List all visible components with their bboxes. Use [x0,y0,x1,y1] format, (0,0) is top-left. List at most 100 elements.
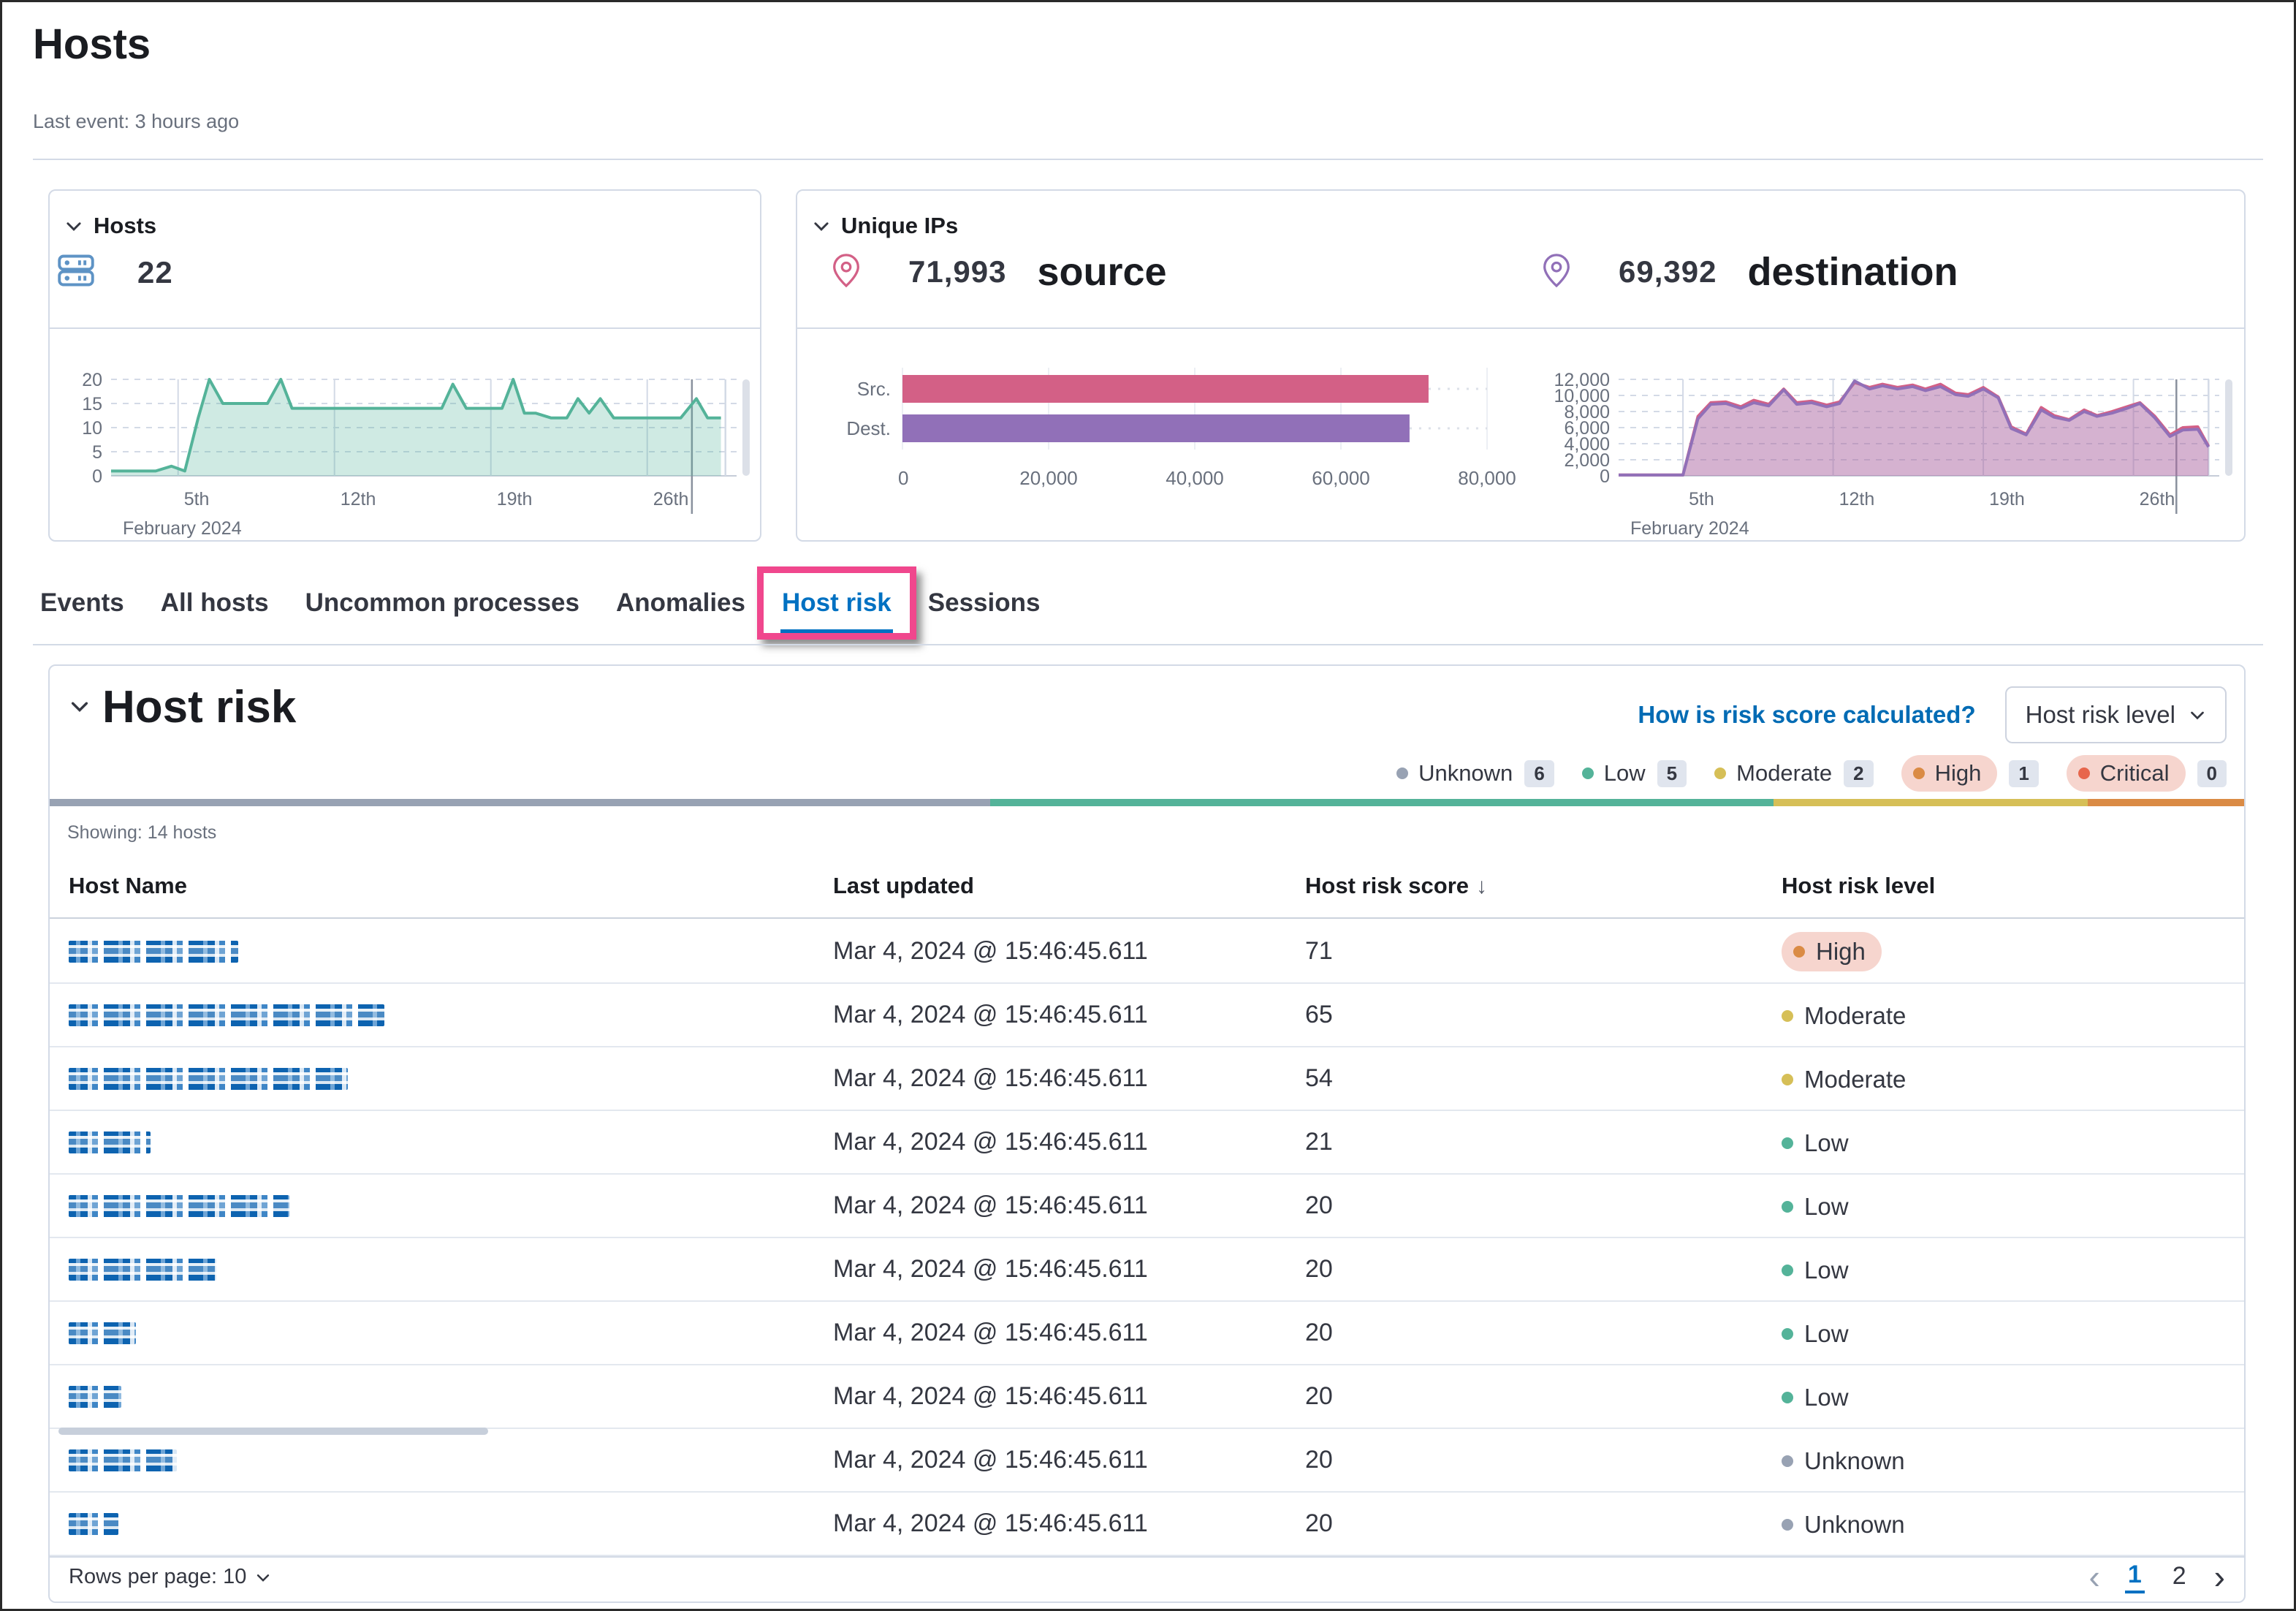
table-row[interactable]: Mar 4, 2024 @ 15:46:45.61171High [50,920,2244,984]
tab-label: All hosts [161,588,269,617]
host-name-cell[interactable] [69,1132,833,1153]
column-host-name[interactable]: Host Name [69,873,833,899]
svg-text:26th: 26th [2140,489,2175,509]
host-name-cell[interactable] [69,1513,833,1535]
legend-item-high[interactable]: High1 [1901,755,2039,792]
host-risk-level-cell: Low [1782,1381,2244,1411]
risk-distribution-bar [50,799,2244,806]
risk-level-legend: Unknown6 Low5 Moderate2 High1 Critical 0 [1396,755,2227,792]
last-updated-cell: Mar 4, 2024 @ 15:46:45.611 [833,1509,1305,1538]
host-name-redacted[interactable] [69,1386,121,1408]
next-page-button[interactable]: › [2214,1566,2225,1588]
table-row[interactable]: Mar 4, 2024 @ 15:46:45.61120Unknown [50,1493,2244,1556]
tab-sessions[interactable]: Sessions [927,577,1042,634]
legend-count-badge: 0 [2197,760,2227,787]
hosts-count-value: 22 [137,255,173,290]
source-ips-value: 71,993 [908,254,1006,289]
legend-item-unknown[interactable]: Unknown6 [1396,760,1554,787]
legend-item-low[interactable]: Low5 [1582,760,1687,787]
risk-level-badge: Low [1782,1384,1849,1411]
table-row[interactable]: Mar 4, 2024 @ 15:46:45.61121Low [50,1111,2244,1175]
active-tab-underline [780,629,893,634]
legend-swatch-label: Critical [2067,755,2186,792]
horizontal-scrollbar[interactable] [58,1428,488,1435]
host-name-redacted[interactable] [69,1132,151,1153]
table-row[interactable]: Mar 4, 2024 @ 15:46:45.61120Unknown [50,1429,2244,1493]
tab-uncommon-processes[interactable]: Uncommon processes [304,577,581,634]
distribution-segment-moderate [1774,799,2087,806]
svg-text:5: 5 [92,442,102,463]
host-name-redacted[interactable] [69,1322,136,1344]
legend-dot-icon [1396,767,1408,779]
host-risk-level-filter-button[interactable]: Host risk level [2005,686,2227,743]
host-name-cell[interactable] [69,1195,833,1217]
panel-divider [50,327,760,329]
risk-level-label: Low [1804,1256,1849,1284]
svg-text:Src.: Src. [857,378,891,400]
chevron-down-icon[interactable] [69,695,91,717]
host-name-cell[interactable] [69,1322,833,1344]
risk-level-dot-icon [1793,946,1805,958]
legend-swatch-label: High [1901,755,1998,792]
legend-count-badge: 5 [1657,760,1687,787]
last-updated-cell: Mar 4, 2024 @ 15:46:45.611 [833,1382,1305,1411]
risk-score-help-link[interactable]: How is risk score calculated? [1638,701,1975,729]
risk-level-dot-icon [1782,1328,1793,1340]
host-name-redacted[interactable] [69,1513,118,1535]
risk-level-badge: Unknown [1782,1511,1905,1539]
page-number-1[interactable]: 1 [2125,1559,2145,1593]
host-name-cell[interactable] [69,1386,833,1408]
legend-item-moderate[interactable]: Moderate2 [1714,760,1873,787]
host-name-cell[interactable] [69,1449,833,1471]
table-row[interactable]: Mar 4, 2024 @ 15:46:45.61120Low [50,1302,2244,1365]
host-risk-score-cell: 71 [1305,937,1782,966]
svg-text:80,000: 80,000 [1458,467,1516,489]
host-risk-score-cell: 20 [1305,1382,1782,1411]
table-row[interactable]: Mar 4, 2024 @ 15:46:45.61120Low [50,1365,2244,1429]
host-name-redacted[interactable] [69,1449,177,1471]
legend-label: Critical [2100,760,2170,786]
header-divider [33,159,2263,160]
legend-count-badge: 2 [1844,760,1873,787]
host-risk-level-cell: Low [1782,1254,2244,1284]
host-name-redacted[interactable] [69,1004,384,1026]
last-updated-cell: Mar 4, 2024 @ 15:46:45.611 [833,1191,1305,1220]
table-row[interactable]: Mar 4, 2024 @ 15:46:45.61120Low [50,1175,2244,1238]
chevron-down-icon[interactable] [63,215,85,237]
host-risk-level-cell: Unknown [1782,1509,2244,1539]
host-name-redacted[interactable] [69,941,238,963]
tab-anomalies[interactable]: Anomalies [615,577,747,634]
table-footer: Rows per page: 10 ‹ 12 › [50,1553,2244,1601]
legend-dot-icon [1913,767,1925,779]
last-updated-cell: Mar 4, 2024 @ 15:46:45.611 [833,937,1305,966]
storage-icon [57,254,95,291]
destination-ips-value: 69,392 [1619,254,1717,289]
tab-label: Sessions [928,588,1041,617]
host-name-redacted[interactable] [69,1195,289,1217]
host-name-cell[interactable] [69,1068,833,1090]
tab-host-risk[interactable]: Host risk [780,577,893,634]
column-host-risk-score[interactable]: Host risk score↓ [1305,873,1782,899]
risk-level-dot-icon [1782,1137,1793,1149]
table-row[interactable]: Mar 4, 2024 @ 15:46:45.61165Moderate [50,984,2244,1047]
chevron-down-icon[interactable] [810,215,832,237]
host-name-redacted[interactable] [69,1259,216,1281]
column-host-risk-level[interactable]: Host risk level [1782,873,2244,899]
svg-text:19th: 19th [497,489,533,509]
host-name-cell[interactable] [69,941,833,963]
risk-level-dot-icon [1782,1010,1793,1022]
rows-per-page-selector[interactable]: Rows per page: 10 [69,1565,271,1589]
svg-text:60,000: 60,000 [1312,467,1370,489]
svg-text:5th: 5th [184,489,210,509]
host-name-redacted[interactable] [69,1068,348,1090]
previous-page-button[interactable]: ‹ [2089,1566,2100,1588]
host-name-cell[interactable] [69,1259,833,1281]
tab-all-hosts[interactable]: All hosts [159,577,270,634]
page-number-2[interactable]: 2 [2170,1561,2189,1592]
tab-events[interactable]: Events [39,577,126,634]
column-last-updated[interactable]: Last updated [833,873,1305,899]
table-row[interactable]: Mar 4, 2024 @ 15:46:45.61120Low [50,1238,2244,1302]
legend-item-critical[interactable]: Critical 0 [2067,755,2227,792]
table-row[interactable]: Mar 4, 2024 @ 15:46:45.61154Moderate [50,1047,2244,1111]
host-name-cell[interactable] [69,1004,833,1026]
